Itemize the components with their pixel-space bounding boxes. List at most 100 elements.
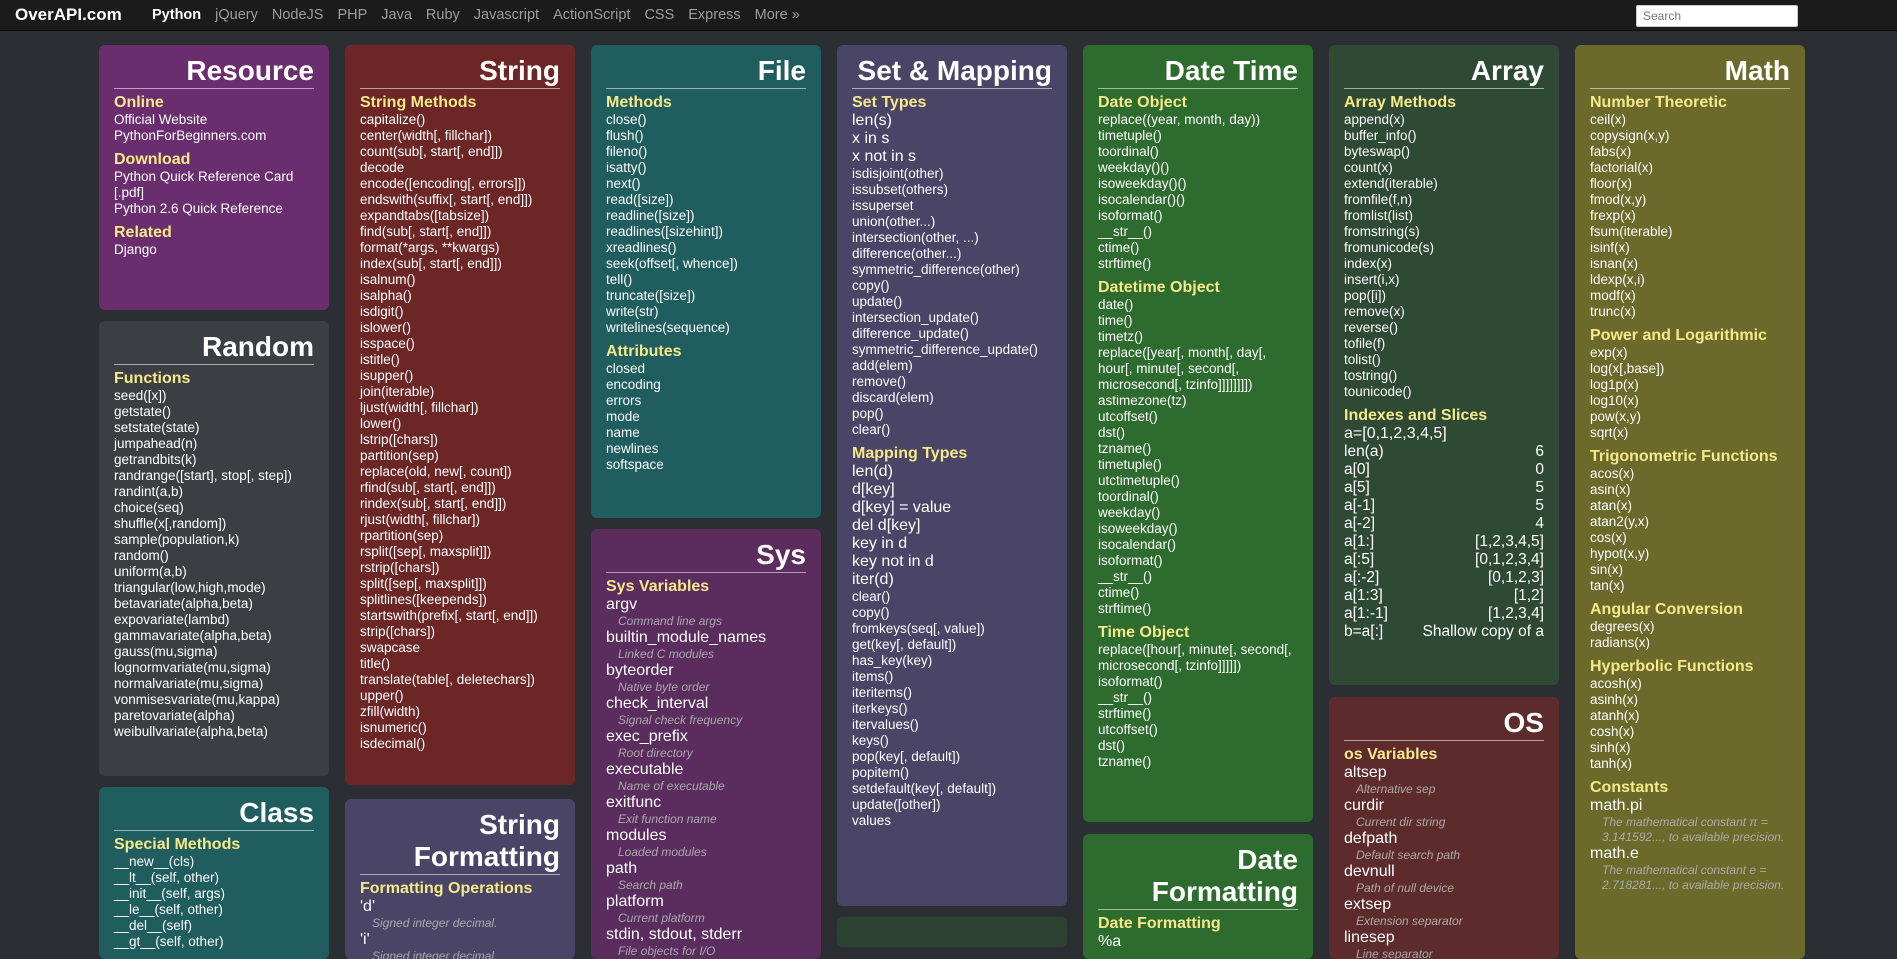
api-item[interactable]: rjust(width[, fillchar]) xyxy=(360,512,560,528)
api-item[interactable]: getstate() xyxy=(114,404,314,420)
api-item[interactable]: isnan(x) xyxy=(1590,256,1790,272)
api-item[interactable]: utcoffset() xyxy=(1098,722,1298,738)
api-item[interactable]: find(sub[, start[, end]]) xyxy=(360,224,560,240)
api-item[interactable]: startswith(prefix[, start[, end]]) xyxy=(360,608,560,624)
slice-expr[interactable]: b=a[:] xyxy=(1344,623,1383,641)
api-item[interactable]: close() xyxy=(606,112,806,128)
slice-expr[interactable]: a[-1] xyxy=(1344,497,1375,515)
api-item[interactable]: timetuple() xyxy=(1098,128,1298,144)
api-item[interactable]: del d[key] xyxy=(852,517,1052,535)
api-item[interactable]: isdecimal() xyxy=(360,736,560,752)
api-item[interactable]: isdisjoint(other) xyxy=(852,166,1052,182)
api-item[interactable]: rfind(sub[, start[, end]]) xyxy=(360,480,560,496)
api-item[interactable]: jumpahead(n) xyxy=(114,436,314,452)
slice-expr[interactable]: a[:5] xyxy=(1344,551,1374,569)
api-item[interactable]: timetz() xyxy=(1098,329,1298,345)
api-item[interactable]: discard(elem) xyxy=(852,390,1052,406)
api-item[interactable]: intersection_update() xyxy=(852,310,1052,326)
nav-link-jquery[interactable]: jQuery xyxy=(215,7,258,23)
api-item[interactable]: log(x[,base]) xyxy=(1590,361,1790,377)
api-item[interactable]: flush() xyxy=(606,128,806,144)
nav-link-python[interactable]: Python xyxy=(152,7,201,23)
api-item[interactable]: rstrip([chars]) xyxy=(360,560,560,576)
api-item[interactable]: symmetric_difference(other) xyxy=(852,262,1052,278)
api-item[interactable]: difference_update() xyxy=(852,326,1052,342)
api-item[interactable]: update([other]) xyxy=(852,797,1052,813)
api-item[interactable]: curdir xyxy=(1344,797,1544,815)
slice-expr[interactable]: a[1:-1] xyxy=(1344,605,1388,623)
slice-expr[interactable]: a[1:3] xyxy=(1344,587,1383,605)
nav-link-actionscript[interactable]: ActionScript xyxy=(553,7,630,23)
api-item[interactable]: vonmisesvariate(mu,kappa) xyxy=(114,692,314,708)
api-item[interactable]: values xyxy=(852,813,1052,829)
slice-expr[interactable]: a[0] xyxy=(1344,461,1370,479)
slice-expr[interactable]: a[:-2] xyxy=(1344,569,1379,587)
api-item[interactable]: replace([year[, month[, day[, hour[, min… xyxy=(1098,345,1298,393)
api-item[interactable]: floor(x) xyxy=(1590,176,1790,192)
api-item[interactable]: fromlist(list) xyxy=(1344,208,1544,224)
api-item[interactable]: stdin, stdout, stderr xyxy=(606,926,806,944)
api-item[interactable]: d[key] xyxy=(852,481,1052,499)
api-item[interactable]: tounicode() xyxy=(1344,384,1544,400)
api-item[interactable]: __str__() xyxy=(1098,690,1298,706)
api-item[interactable]: remove() xyxy=(852,374,1052,390)
nav-link-nodejs[interactable]: NodeJS xyxy=(272,7,324,23)
api-item[interactable]: math.e xyxy=(1590,845,1790,863)
api-item[interactable]: iterkeys() xyxy=(852,701,1052,717)
api-item[interactable]: len(d) xyxy=(852,463,1052,481)
api-item[interactable]: platform xyxy=(606,893,806,911)
api-item[interactable]: name xyxy=(606,425,806,441)
api-item[interactable]: fromstring(s) xyxy=(1344,224,1544,240)
api-item[interactable]: len(s) xyxy=(852,112,1052,130)
api-item[interactable]: d[key] = value xyxy=(852,499,1052,517)
api-item[interactable]: x in s xyxy=(852,130,1052,148)
api-item[interactable]: fmod(x,y) xyxy=(1590,192,1790,208)
api-item[interactable]: sqrt(x) xyxy=(1590,425,1790,441)
api-item[interactable]: Python 2.6 Quick Reference xyxy=(114,201,314,217)
api-item[interactable]: errors xyxy=(606,393,806,409)
api-item[interactable]: issubset(others) xyxy=(852,182,1052,198)
api-item[interactable]: fromkeys(seq[, value]) xyxy=(852,621,1052,637)
api-item[interactable]: upper() xyxy=(360,688,560,704)
slice-expr[interactable]: a[5] xyxy=(1344,479,1370,497)
api-item[interactable]: toordinal() xyxy=(1098,489,1298,505)
api-item[interactable]: Python Quick Reference Card [.pdf] xyxy=(114,169,314,201)
api-item[interactable]: items() xyxy=(852,669,1052,685)
api-item[interactable]: replace([hour[, minute[, second[, micros… xyxy=(1098,642,1298,674)
api-item[interactable]: x not in s xyxy=(852,148,1052,166)
api-item[interactable]: acos(x) xyxy=(1590,466,1790,482)
api-item[interactable]: isatty() xyxy=(606,160,806,176)
api-item[interactable]: __lt__(self, other) xyxy=(114,870,314,886)
api-item[interactable]: endswith(suffix[, start[, end]]) xyxy=(360,192,560,208)
slice-expr[interactable]: a[1:] xyxy=(1344,533,1374,551)
api-item[interactable]: index(x) xyxy=(1344,256,1544,272)
api-item[interactable]: next() xyxy=(606,176,806,192)
api-item[interactable]: builtin_module_names xyxy=(606,629,806,647)
api-item[interactable]: ldexp(x,i) xyxy=(1590,272,1790,288)
api-item[interactable]: argv xyxy=(606,596,806,614)
api-item[interactable]: center(width[, fillchar]) xyxy=(360,128,560,144)
api-item[interactable]: newlines xyxy=(606,441,806,457)
api-item[interactable]: iteritems() xyxy=(852,685,1052,701)
api-item[interactable]: tan(x) xyxy=(1590,578,1790,594)
api-item[interactable]: isoweekday() xyxy=(1098,521,1298,537)
api-item[interactable]: exec_prefix xyxy=(606,728,806,746)
api-item[interactable]: replace((year, month, day)) xyxy=(1098,112,1298,128)
api-item[interactable]: atanh(x) xyxy=(1590,708,1790,724)
api-item[interactable]: cos(x) xyxy=(1590,530,1790,546)
api-item[interactable]: symmetric_difference_update() xyxy=(852,342,1052,358)
api-item[interactable]: atan2(y,x) xyxy=(1590,514,1790,530)
api-item[interactable]: add(elem) xyxy=(852,358,1052,374)
nav-link-css[interactable]: CSS xyxy=(644,7,674,23)
api-item[interactable]: splitlines([keepends]) xyxy=(360,592,560,608)
api-item[interactable]: frexp(x) xyxy=(1590,208,1790,224)
nav-link-more-[interactable]: More » xyxy=(755,7,800,23)
api-item[interactable]: tell() xyxy=(606,272,806,288)
api-item[interactable]: random() xyxy=(114,548,314,564)
api-item[interactable]: key not in d xyxy=(852,553,1052,571)
api-item[interactable]: isdigit() xyxy=(360,304,560,320)
api-item[interactable]: weekday() xyxy=(1098,505,1298,521)
nav-link-php[interactable]: PHP xyxy=(337,7,367,23)
api-item[interactable]: popitem() xyxy=(852,765,1052,781)
api-item[interactable]: exitfunc xyxy=(606,794,806,812)
